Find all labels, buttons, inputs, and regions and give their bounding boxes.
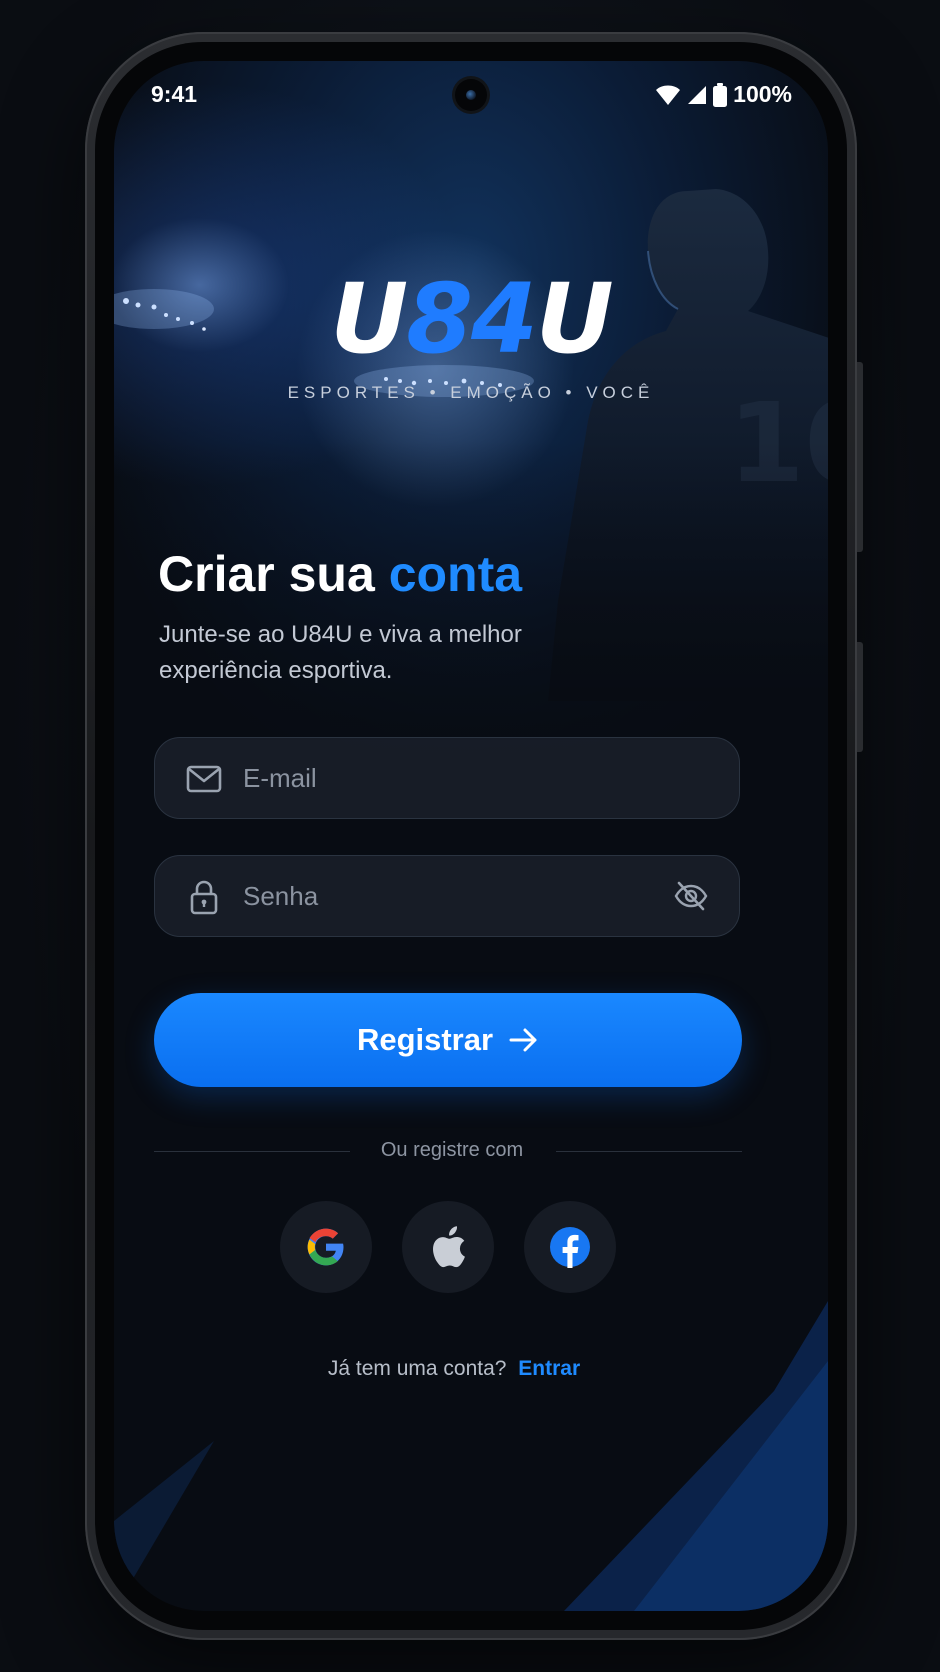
logo-letter-left: U [330, 263, 408, 375]
battery-icon [713, 82, 728, 107]
status-time: 9:41 [151, 81, 198, 107]
facebook-icon [550, 1227, 590, 1268]
brand-tagline: ESPORTES • EMOÇÃO • VOCÊ [287, 383, 655, 402]
signal-icon [688, 85, 707, 104]
volume-button [857, 642, 863, 752]
status-bar: 9:41 100% [114, 61, 828, 121]
logo-letter-right: U [535, 263, 614, 375]
register-button[interactable]: Registrar [154, 993, 742, 1087]
register-button-label: Registrar [356, 1022, 494, 1057]
wifi-icon [656, 85, 681, 105]
login-prompt-text: Já tem uma conta? [327, 1357, 507, 1380]
email-field[interactable] [154, 737, 740, 819]
password-input[interactable] [241, 856, 665, 936]
battery-percent: 100% [733, 81, 792, 107]
page-title: Criar sua conta [158, 545, 522, 603]
password-field[interactable] [154, 855, 740, 937]
title-main: Criar sua [158, 546, 375, 602]
eye-off-icon[interactable] [673, 878, 709, 914]
facebook-signup-button[interactable] [524, 1201, 616, 1293]
status-icons: 100% [655, 81, 792, 108]
front-camera [455, 79, 487, 111]
logo-number: 84 [406, 263, 538, 375]
mail-icon [186, 765, 222, 793]
google-icon [307, 1228, 344, 1266]
title-accent: conta [388, 546, 523, 602]
google-signup-button[interactable] [280, 1201, 372, 1293]
page-subtitle: Junte-se ao U84U e viva a melhor experiê… [159, 621, 522, 684]
apple-icon [433, 1226, 465, 1268]
page-background: 10 9:41 [0, 0, 940, 1672]
arrow-right-icon [509, 1028, 537, 1052]
social-divider: Ou registre com [154, 1137, 742, 1167]
hero-fade [114, 441, 828, 771]
login-prompt: Já tem uma conta? Entrar [114, 1357, 794, 1381]
lock-icon [190, 880, 218, 915]
app-screen: 10 9:41 [114, 61, 828, 1611]
brand-logo: U84U [114, 271, 828, 367]
email-input[interactable] [241, 738, 665, 818]
divider-line-right [556, 1151, 742, 1152]
phone-frame: 10 9:41 [85, 32, 863, 1640]
login-link[interactable]: Entrar [518, 1357, 580, 1380]
power-button [857, 362, 863, 552]
apple-signup-button[interactable] [402, 1201, 494, 1293]
